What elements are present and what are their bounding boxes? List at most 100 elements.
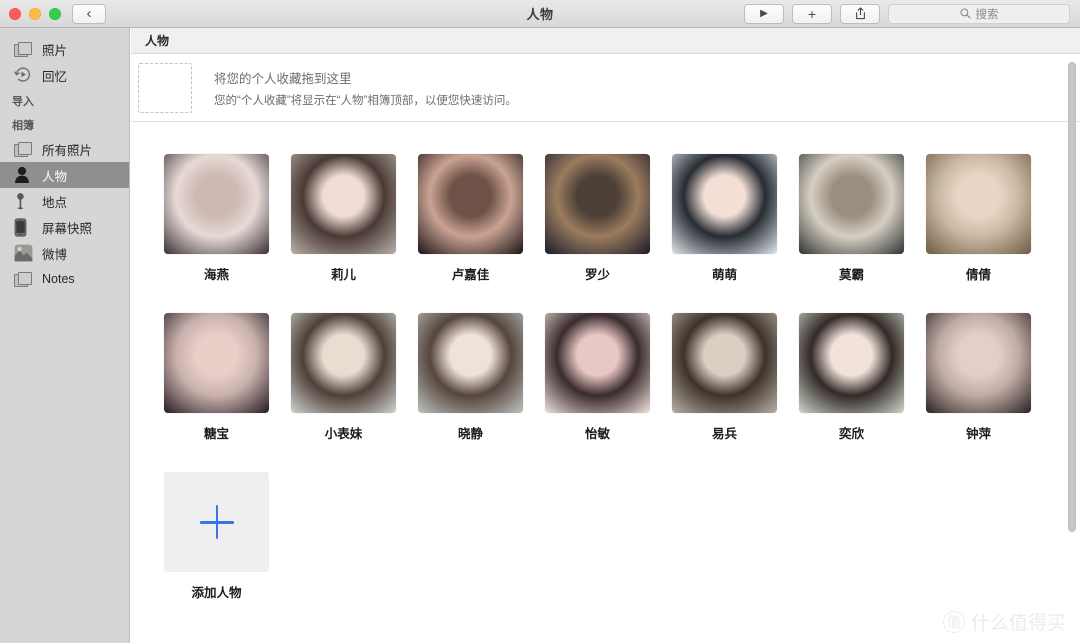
person-face-image — [799, 313, 904, 413]
person-name: 莉儿 — [330, 268, 356, 282]
share-button[interactable] — [840, 3, 880, 24]
person-cell[interactable]: 小表妹 — [291, 313, 418, 442]
person-cell[interactable]: 莉儿 — [291, 154, 418, 283]
dropzone-placeholder — [138, 62, 192, 113]
person-name: 莫霸 — [838, 268, 864, 282]
content-area: 人物 将您的个人收藏拖到这里 您的“个人收藏”将显示在“人物”相簿顶部，以便您快… — [131, 28, 1080, 643]
titlebar: ‹ 人物 ▶ + 搜索 — [0, 0, 1080, 28]
person-face-image — [418, 313, 523, 413]
sidebar-item-people[interactable]: 人物 — [0, 162, 129, 188]
person-thumbnail[interactable] — [672, 154, 777, 254]
favorites-dropzone[interactable]: 将您的个人收藏拖到这里 您的“个人收藏”将显示在“人物”相簿顶部，以便您快速访问… — [131, 54, 1080, 122]
person-cell[interactable]: 易兵 — [672, 313, 799, 442]
person-cell[interactable]: 奕欣 — [799, 313, 926, 442]
location-pin-icon — [14, 192, 34, 210]
share-icon — [855, 7, 865, 20]
close-button[interactable] — [9, 7, 21, 20]
sidebar-item-label: Notes — [42, 272, 75, 286]
search-input[interactable]: 搜索 — [888, 3, 1070, 24]
photos-window: ‹ 人物 ▶ + 搜索 照片 回忆 导入 相簿 所有照片 人物 地点 屏幕快照 … — [0, 0, 1080, 643]
album-icon — [14, 270, 34, 288]
person-thumbnail[interactable] — [545, 154, 650, 254]
person-cell[interactable]: 倩倩 — [926, 154, 1053, 283]
phone-icon — [14, 218, 34, 237]
sidebar-section-albums: 相簿 — [12, 120, 34, 132]
sidebar-item-weibo[interactable]: 微博 — [0, 240, 129, 266]
person-cell[interactable]: 萌萌 — [672, 154, 799, 283]
sidebar-item-label: 人物 — [42, 169, 68, 184]
add-button[interactable]: + — [792, 3, 832, 24]
person-cell[interactable]: 怡敏 — [545, 313, 672, 442]
chevron-left-icon: ‹ — [86, 5, 92, 22]
memories-icon — [14, 66, 34, 84]
person-cell[interactable]: 钟萍 — [926, 313, 1053, 442]
sidebar-item-label: 回忆 — [42, 69, 68, 84]
photos-icon — [14, 40, 34, 58]
person-face-image — [926, 154, 1031, 254]
traffic-lights — [0, 7, 61, 20]
person-face-image — [291, 313, 396, 413]
person-face-image — [672, 154, 777, 254]
person-name: 钟萍 — [965, 427, 991, 441]
person-thumbnail[interactable] — [418, 154, 523, 254]
person-thumbnail[interactable] — [418, 313, 523, 413]
person-face-image — [799, 154, 904, 254]
person-face-image — [926, 313, 1031, 413]
person-name: 小表妹 — [324, 427, 363, 441]
people-grid: 海燕 莉儿 卢嘉佳 罗少 萌萌 莫霸 倩倩糖宝 小表妹 晓静 怡敏 易兵 奕欣 钟萍添加人物 — [131, 122, 1080, 631]
person-cell[interactable]: 糖宝 — [164, 313, 291, 442]
person-cell[interactable]: 罗少 — [545, 154, 672, 283]
person-name: 糖宝 — [203, 427, 229, 441]
person-thumbnail[interactable] — [926, 313, 1031, 413]
person-face-image — [164, 313, 269, 413]
toolbar-actions: ▶ + 搜索 — [744, 3, 1080, 24]
person-cell[interactable]: 海燕 — [164, 154, 291, 283]
person-thumbnail[interactable] — [164, 313, 269, 413]
sidebar-item-places[interactable]: 地点 — [0, 188, 129, 214]
person-cell[interactable]: 莫霸 — [799, 154, 926, 283]
zoom-button[interactable] — [49, 7, 61, 20]
person-icon — [14, 166, 34, 184]
vertical-scrollbar[interactable] — [1068, 62, 1076, 532]
person-thumbnail[interactable] — [799, 313, 904, 413]
person-face-image — [164, 154, 269, 254]
person-cell[interactable]: 卢嘉佳 — [418, 154, 545, 283]
back-button[interactable]: ‹ — [72, 3, 106, 24]
sidebar-item-all-photos[interactable]: 所有照片 — [0, 136, 129, 162]
person-name: 晓静 — [457, 427, 483, 441]
person-thumbnail[interactable] — [926, 154, 1031, 254]
person-thumbnail[interactable] — [291, 154, 396, 254]
person-thumbnail[interactable] — [164, 154, 269, 254]
play-slideshow-button[interactable]: ▶ — [744, 3, 784, 24]
sidebar-item-screenshots[interactable]: 屏幕快照 — [0, 214, 129, 240]
person-thumbnail[interactable] — [291, 313, 396, 413]
person-face-image — [672, 313, 777, 413]
sidebar-item-label: 所有照片 — [42, 143, 93, 158]
person-name: 倩倩 — [965, 268, 991, 282]
sidebar-item-label: 地点 — [42, 195, 68, 210]
person-face-image — [291, 154, 396, 254]
person-cell[interactable]: 晓静 — [418, 313, 545, 442]
person-name: 卢嘉佳 — [451, 268, 490, 282]
add-person-button[interactable] — [164, 472, 269, 572]
person-name: 萌萌 — [711, 268, 737, 282]
person-thumbnail[interactable] — [545, 313, 650, 413]
person-face-image — [545, 313, 650, 413]
sidebar-item-label: 微博 — [42, 247, 68, 262]
person-thumbnail[interactable] — [672, 313, 777, 413]
person-name: 罗少 — [584, 268, 610, 282]
person-thumbnail[interactable] — [799, 154, 904, 254]
person-face-image — [418, 154, 523, 254]
sidebar-item-notes[interactable]: Notes — [0, 266, 129, 292]
sidebar-item-label: 照片 — [42, 43, 68, 58]
sidebar-item-photos[interactable]: 照片 — [0, 36, 129, 62]
album-icon — [14, 140, 34, 158]
search-placeholder: 搜索 — [975, 8, 999, 21]
content-header: 人物 — [131, 28, 1080, 54]
sidebar-item-label: 屏幕快照 — [42, 221, 93, 236]
sidebar-item-memories[interactable]: 回忆 — [0, 62, 129, 88]
add-person-label: 添加人物 — [191, 586, 242, 600]
add-person-cell[interactable]: 添加人物 — [164, 472, 291, 601]
dropzone-subtitle: 您的“个人收藏”将显示在“人物”相簿顶部，以便您快速访问。 — [214, 94, 517, 107]
minimize-button[interactable] — [29, 7, 41, 20]
